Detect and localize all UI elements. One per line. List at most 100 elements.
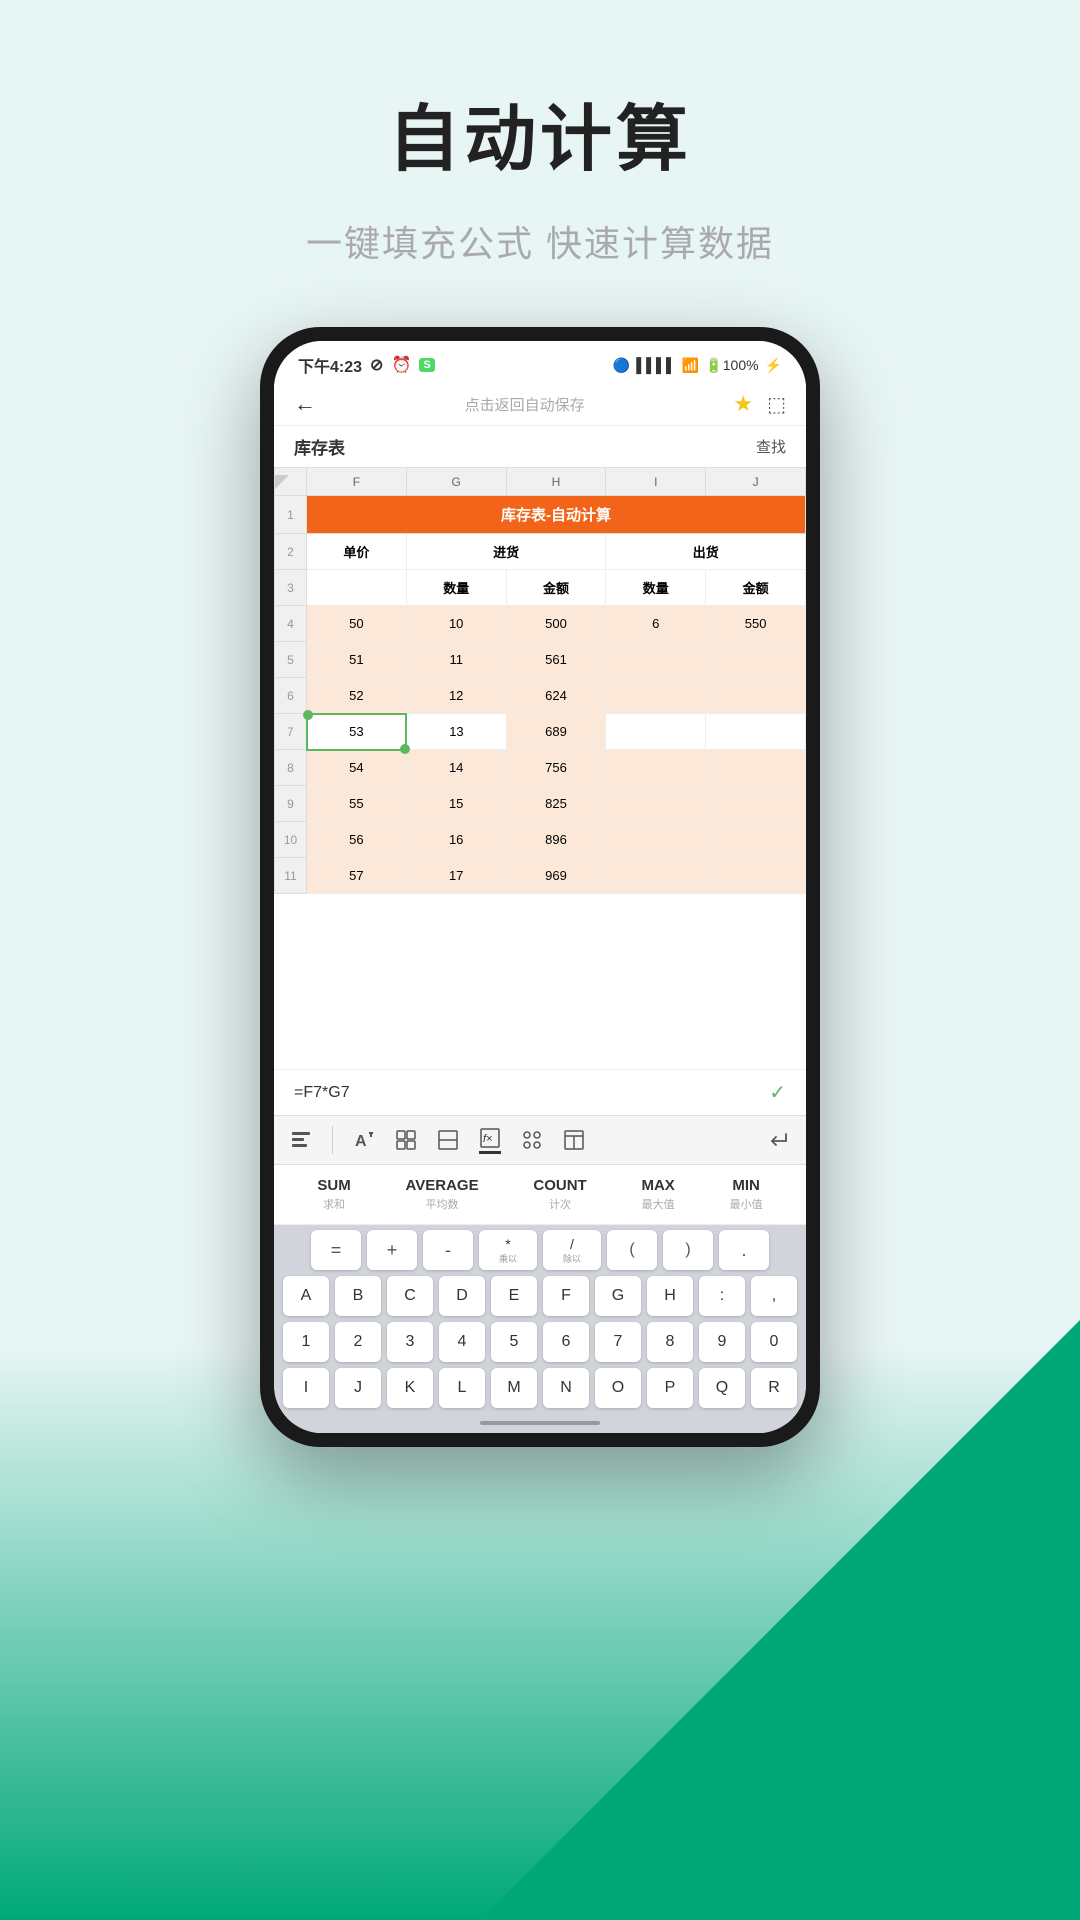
formula-bar: =F7*G7 ✓ <box>274 1069 806 1115</box>
table-row-title: 1 库存表-自动计算 <box>275 496 806 534</box>
func-sum[interactable]: SUM 求和 <box>317 1177 350 1212</box>
nav-bar: ← 点击返回自动保存 ★ ⬚ <box>274 383 806 426</box>
key-0[interactable]: 0 <box>751 1322 797 1362</box>
page-subtitle: 一键填充公式 快速计算数据 <box>0 215 1080 267</box>
key-dot[interactable]: . <box>719 1230 769 1270</box>
keyboard-nums-row: 1 2 3 4 5 6 7 8 9 0 <box>274 1319 806 1365</box>
nav-actions: ★ ⬚ <box>733 391 786 417</box>
toolbar-apps-icon[interactable] <box>521 1129 543 1151</box>
func-max[interactable]: MAX 最大值 <box>641 1177 674 1212</box>
col-header-j: J <box>706 468 806 496</box>
export-button[interactable]: ⬚ <box>767 392 786 417</box>
cell-3-f <box>307 570 407 606</box>
key-n[interactable]: N <box>543 1368 589 1408</box>
col-header-i: I <box>606 468 706 496</box>
toolbar-table-icon[interactable] <box>563 1129 585 1151</box>
key-p[interactable]: P <box>647 1368 693 1408</box>
key-7[interactable]: 7 <box>595 1322 641 1362</box>
table-row-10: 10 56 16 896 <box>275 822 806 858</box>
toolbar-enter-icon[interactable] <box>768 1129 790 1151</box>
selected-cell-f7[interactable]: 53 <box>307 714 407 750</box>
toolbar-fx-icon[interactable]: f× <box>479 1127 501 1154</box>
cell-3-h: 金额 <box>506 570 606 606</box>
key-m[interactable]: M <box>491 1368 537 1408</box>
col-header-f: F <box>307 468 407 496</box>
key-r[interactable]: R <box>751 1368 797 1408</box>
key-l[interactable]: L <box>439 1368 485 1408</box>
back-button[interactable]: ← <box>294 391 316 417</box>
key-a[interactable]: A <box>283 1276 329 1316</box>
col-header-h: H <box>506 468 606 496</box>
row-num-3: 3 <box>275 570 307 606</box>
key-c[interactable]: C <box>387 1276 433 1316</box>
key-rparen[interactable]: ) <box>663 1230 713 1270</box>
key-i[interactable]: I <box>283 1368 329 1408</box>
func-min[interactable]: MIN 最小值 <box>730 1177 763 1212</box>
toolbar-text-icon[interactable]: A <box>353 1129 375 1151</box>
func-average[interactable]: AVERAGE 平均数 <box>406 1177 479 1212</box>
table-row-11: 11 57 17 969 <box>275 858 806 894</box>
phone-frame: 下午4:23 ⊘ ⏰ S 🔵 ▌▌▌▌ 📶 🔋100% ⚡ ← 点击返回自动保存 <box>260 327 820 1447</box>
key-q[interactable]: Q <box>699 1368 745 1408</box>
key-5[interactable]: 5 <box>491 1322 537 1362</box>
key-e[interactable]: E <box>491 1276 537 1316</box>
key-4[interactable]: 4 <box>439 1322 485 1362</box>
key-divide[interactable]: / 除以 <box>543 1230 601 1270</box>
cell-3-g: 数量 <box>406 570 506 606</box>
key-8[interactable]: 8 <box>647 1322 693 1362</box>
toolbar-grid-icon[interactable] <box>395 1129 417 1151</box>
func-count[interactable]: COUNT 计次 <box>533 1177 586 1212</box>
star-button[interactable]: ★ <box>733 391 753 417</box>
key-j[interactable]: J <box>335 1368 381 1408</box>
home-indicator <box>274 1413 806 1433</box>
table-row-8: 8 54 14 756 <box>275 750 806 786</box>
key-g[interactable]: G <box>595 1276 641 1316</box>
row-num-2: 2 <box>275 534 307 570</box>
key-colon[interactable]: : <box>699 1276 745 1316</box>
status-time: 下午4:23 ⊘ ⏰ S <box>298 353 435 377</box>
formula-text[interactable]: =F7*G7 <box>294 1084 350 1102</box>
sheet-title-bar: 库存表 查找 <box>274 426 806 467</box>
cell-2-f: 单价 <box>307 534 407 570</box>
key-3[interactable]: 3 <box>387 1322 433 1362</box>
key-b[interactable]: B <box>335 1276 381 1316</box>
toolbar-divider-1 <box>332 1126 333 1154</box>
table-row-4: 4 50 10 500 6 550 <box>275 606 806 642</box>
key-f[interactable]: F <box>543 1276 589 1316</box>
status-bar: 下午4:23 ⊘ ⏰ S 🔵 ▌▌▌▌ 📶 🔋100% ⚡ <box>274 341 806 383</box>
cell-3-i: 数量 <box>606 570 706 606</box>
phone-mockup: 下午4:23 ⊘ ⏰ S 🔵 ▌▌▌▌ 📶 🔋100% ⚡ ← 点击返回自动保存 <box>0 327 1080 1447</box>
col-header-g: G <box>406 468 506 496</box>
key-equals[interactable]: = <box>311 1230 361 1270</box>
table-row-3: 3 数量 金额 数量 金额 <box>275 570 806 606</box>
key-9[interactable]: 9 <box>699 1322 745 1362</box>
svg-text:f×: f× <box>483 1133 492 1145</box>
key-1[interactable]: 1 <box>283 1322 329 1362</box>
key-h[interactable]: H <box>647 1276 693 1316</box>
key-d[interactable]: D <box>439 1276 485 1316</box>
key-o[interactable]: O <box>595 1368 641 1408</box>
keyboard-letters-row1: A B C D E F G H : , <box>274 1273 806 1319</box>
nav-center-text: 点击返回自动保存 <box>465 394 585 415</box>
cell-2-gh: 进货 <box>406 534 606 570</box>
key-plus[interactable]: + <box>367 1230 417 1270</box>
toolbar-row-icon[interactable] <box>437 1129 459 1151</box>
toolbar-format-icon[interactable] <box>290 1129 312 1151</box>
key-minus[interactable]: - <box>423 1230 473 1270</box>
spreadsheet: F G H I J 1 库存表-自动计算 <box>274 467 806 1069</box>
key-lparen[interactable]: ( <box>607 1230 657 1270</box>
key-2[interactable]: 2 <box>335 1322 381 1362</box>
sheet-name: 库存表 <box>294 434 345 459</box>
key-multiply[interactable]: * 乘以 <box>479 1230 537 1270</box>
col-header-row: F G H I J <box>275 468 806 496</box>
key-k[interactable]: K <box>387 1368 433 1408</box>
cell-3-j: 金额 <box>706 570 806 606</box>
table-row-9: 9 55 15 825 <box>275 786 806 822</box>
find-button[interactable]: 查找 <box>756 436 786 457</box>
key-6[interactable]: 6 <box>543 1322 589 1362</box>
formula-confirm[interactable]: ✓ <box>769 1080 786 1105</box>
key-comma[interactable]: , <box>751 1276 797 1316</box>
svg-text:A: A <box>355 1133 367 1150</box>
status-icons: 🔵 ▌▌▌▌ 📶 🔋100% ⚡ <box>613 357 782 374</box>
table-row-6: 6 52 12 624 <box>275 678 806 714</box>
